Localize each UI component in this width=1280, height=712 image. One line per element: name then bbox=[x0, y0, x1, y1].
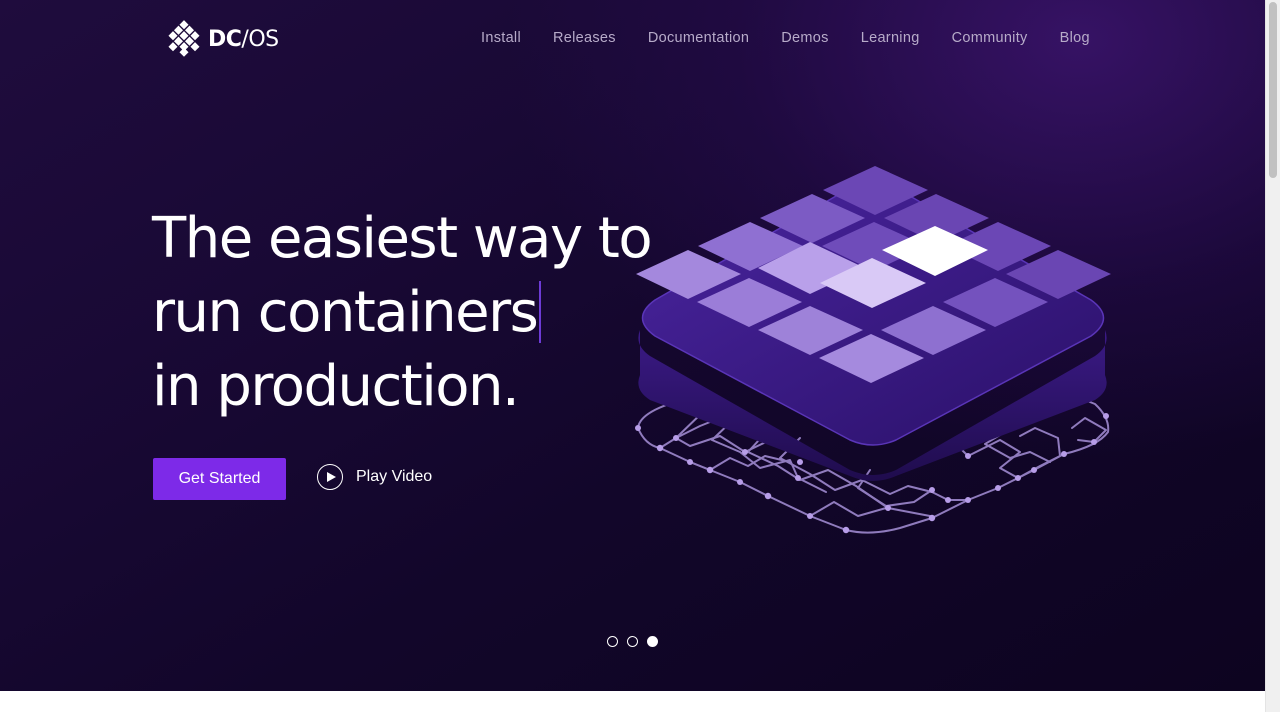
carousel-dot-3[interactable] bbox=[647, 636, 658, 647]
wordmark-bold: DC bbox=[208, 26, 242, 52]
scrollbar-thumb[interactable] bbox=[1269, 2, 1277, 178]
play-circle-icon bbox=[317, 464, 343, 490]
nav-item-learning[interactable]: Learning bbox=[845, 30, 936, 46]
headline-line-3: in production. bbox=[152, 354, 520, 419]
headline-line-2-wrap: run containers bbox=[152, 276, 651, 350]
get-started-button[interactable]: Get Started bbox=[153, 458, 286, 500]
hero-illustration bbox=[635, 166, 1111, 534]
dcos-logo-icon bbox=[168, 20, 200, 57]
top-nav: Install Releases Documentation Demos Lea… bbox=[465, 30, 1106, 46]
nav-item-community[interactable]: Community bbox=[936, 30, 1044, 46]
nav-item-releases[interactable]: Releases bbox=[537, 30, 632, 46]
hero-section: DC/OS Install Releases Documentation Dem… bbox=[0, 0, 1265, 691]
carousel-dot-1[interactable] bbox=[607, 636, 618, 647]
carousel-dot-2[interactable] bbox=[627, 636, 638, 647]
carousel-indicators bbox=[607, 636, 667, 647]
typing-cursor bbox=[539, 281, 542, 343]
wordmark-light: /OS bbox=[241, 26, 279, 52]
headline-line-1: The easiest way to bbox=[152, 206, 653, 271]
hero-headline: The easiest way to run containers in pro… bbox=[152, 202, 653, 424]
play-video-button[interactable]: Play Video bbox=[317, 464, 432, 490]
nav-item-blog[interactable]: Blog bbox=[1044, 30, 1106, 46]
play-video-label: Play Video bbox=[356, 468, 433, 485]
nav-item-demos[interactable]: Demos bbox=[765, 30, 844, 46]
page-scrollbar[interactable] bbox=[1265, 0, 1280, 712]
dcos-logo[interactable]: DC/OS bbox=[168, 20, 279, 58]
dcos-wordmark: DC/OS bbox=[208, 27, 279, 52]
nav-item-install[interactable]: Install bbox=[465, 30, 537, 46]
nav-item-documentation[interactable]: Documentation bbox=[632, 30, 765, 46]
headline-line-2: run containers bbox=[152, 280, 539, 345]
